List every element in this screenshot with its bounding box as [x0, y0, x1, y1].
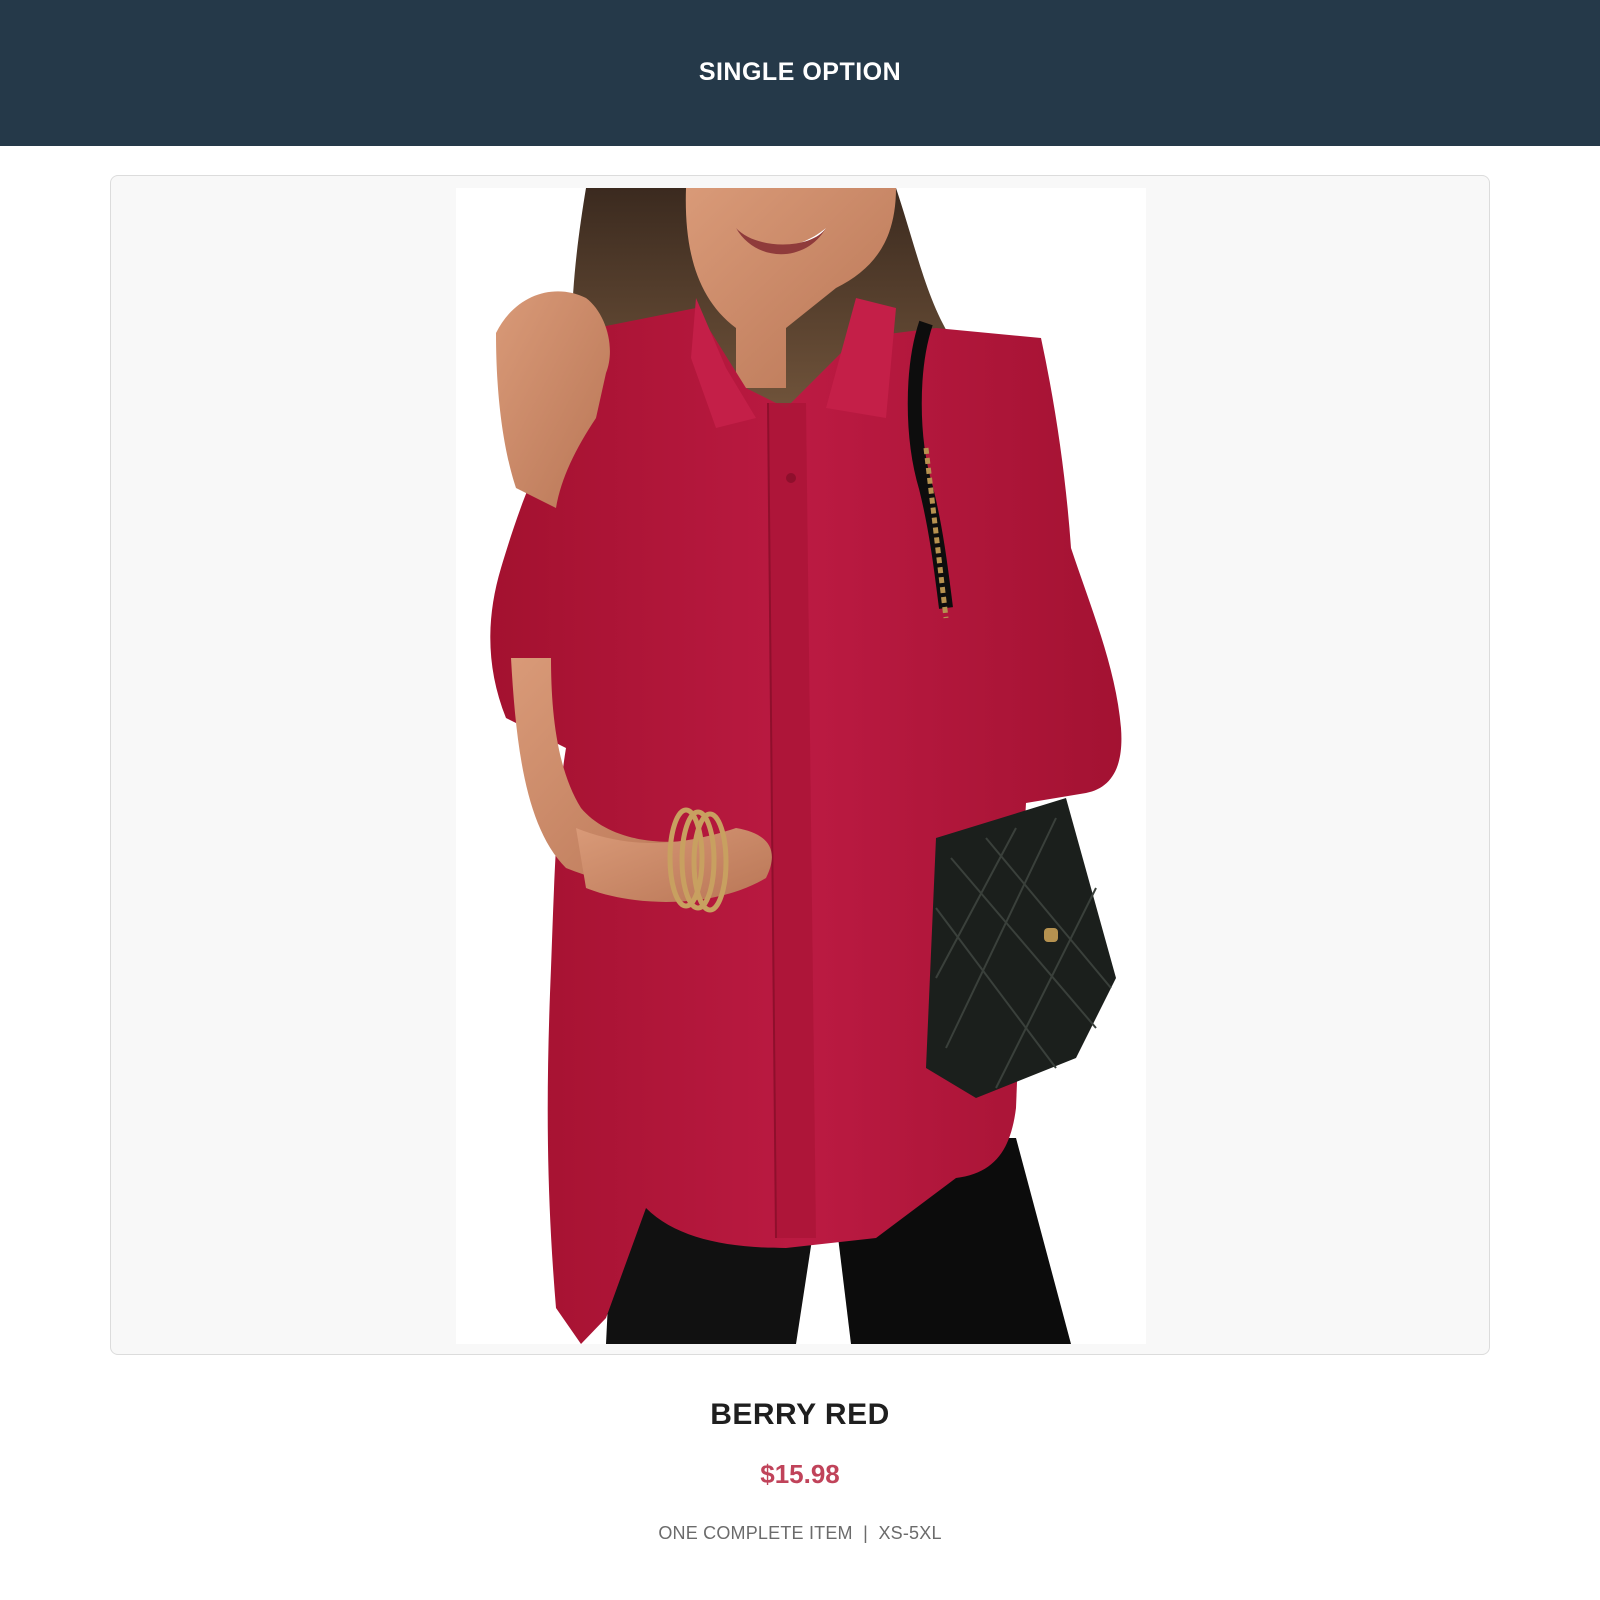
product-meta: ONE COMPLETE ITEM | XS-5XL	[0, 1523, 1600, 1544]
product-name: BERRY RED	[710, 1398, 890, 1431]
page-title: SINGLE OPTION	[698, 57, 902, 86]
meta-separator: |	[863, 1523, 869, 1543]
product-image[interactable]	[456, 188, 1146, 1344]
product-price: $15.98	[760, 1459, 840, 1489]
page-header: SINGLE OPTION	[0, 0, 1600, 146]
product-type: ONE COMPLETE ITEM	[658, 1523, 853, 1543]
product-image-card[interactable]	[110, 175, 1490, 1355]
product-sizes: XS-5XL	[878, 1523, 942, 1543]
